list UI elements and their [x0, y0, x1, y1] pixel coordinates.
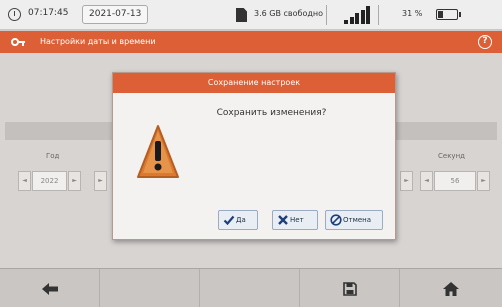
status-bar: 07:17:45 2021-07-13 3.6 GB свободно 31 % [0, 0, 502, 30]
home-icon [443, 281, 459, 296]
memory-free-text: 3.6 GB свободно [254, 9, 323, 18]
signal-bar [349, 16, 354, 24]
chevron-left-icon[interactable]: ◄ [18, 171, 31, 191]
chevron-right-icon[interactable]: ► [400, 171, 413, 191]
signal-bar [344, 20, 348, 24]
bottom-toolbar [0, 268, 502, 307]
status-time: 07:17:45 [28, 8, 69, 18]
no-button[interactable]: Нет [272, 210, 318, 230]
warning-icon [137, 125, 179, 178]
page-title: Настройки даты и времени [40, 37, 156, 46]
status-divider [326, 5, 327, 25]
signal-bar [355, 13, 359, 24]
save-settings-dialog: Сохранение настроек Сохранить изменения?… [112, 72, 396, 240]
status-divider [378, 5, 379, 25]
save-button[interactable] [300, 269, 400, 307]
yes-button[interactable]: Да [218, 210, 258, 230]
chevron-right-icon[interactable]: ► [477, 171, 490, 191]
key-icon [11, 36, 25, 48]
back-button[interactable] [0, 269, 100, 307]
save-icon [342, 281, 357, 296]
cancel-icon [330, 214, 342, 226]
no-button-label: Нет [290, 216, 304, 224]
seconds-value[interactable]: 56 [434, 171, 476, 191]
chevron-right-icon[interactable]: ► [94, 171, 107, 191]
cancel-button[interactable]: Отмена [325, 210, 383, 230]
battery-icon [436, 9, 461, 20]
yes-button-label: Да [236, 216, 246, 224]
chevron-right-icon[interactable]: ► [68, 171, 81, 191]
arrow-left-icon [41, 282, 58, 295]
checkmark-icon [223, 215, 235, 226]
battery-percent: 31 % [402, 9, 423, 18]
close-icon [278, 215, 288, 225]
signal-bar [366, 6, 370, 24]
status-date: 2021-07-13 [82, 5, 149, 24]
seconds-spinner: ► ◄ 56 ► [400, 171, 494, 191]
dialog-title: Сохранение настроек [113, 73, 395, 93]
seconds-label: Секунд [438, 152, 465, 160]
signal-strength-icon [344, 6, 370, 24]
title-bar: Настройки даты и времени ? [0, 31, 502, 53]
toolbar-slot-empty [100, 269, 200, 307]
cancel-button-label: Отмена [343, 216, 372, 224]
year-label: Год [46, 152, 60, 160]
home-button[interactable] [400, 269, 502, 307]
sd-card-icon [236, 8, 247, 22]
clock-icon [8, 8, 21, 21]
toolbar-slot-empty [200, 269, 300, 307]
signal-bar [360, 9, 365, 24]
year-spinner: ◄ 2022 ► ► [18, 171, 108, 191]
help-icon[interactable]: ? [478, 35, 492, 49]
year-value[interactable]: 2022 [32, 171, 67, 191]
chevron-left-icon[interactable]: ◄ [420, 171, 433, 191]
dialog-question: Сохранить изменения? [216, 108, 327, 118]
